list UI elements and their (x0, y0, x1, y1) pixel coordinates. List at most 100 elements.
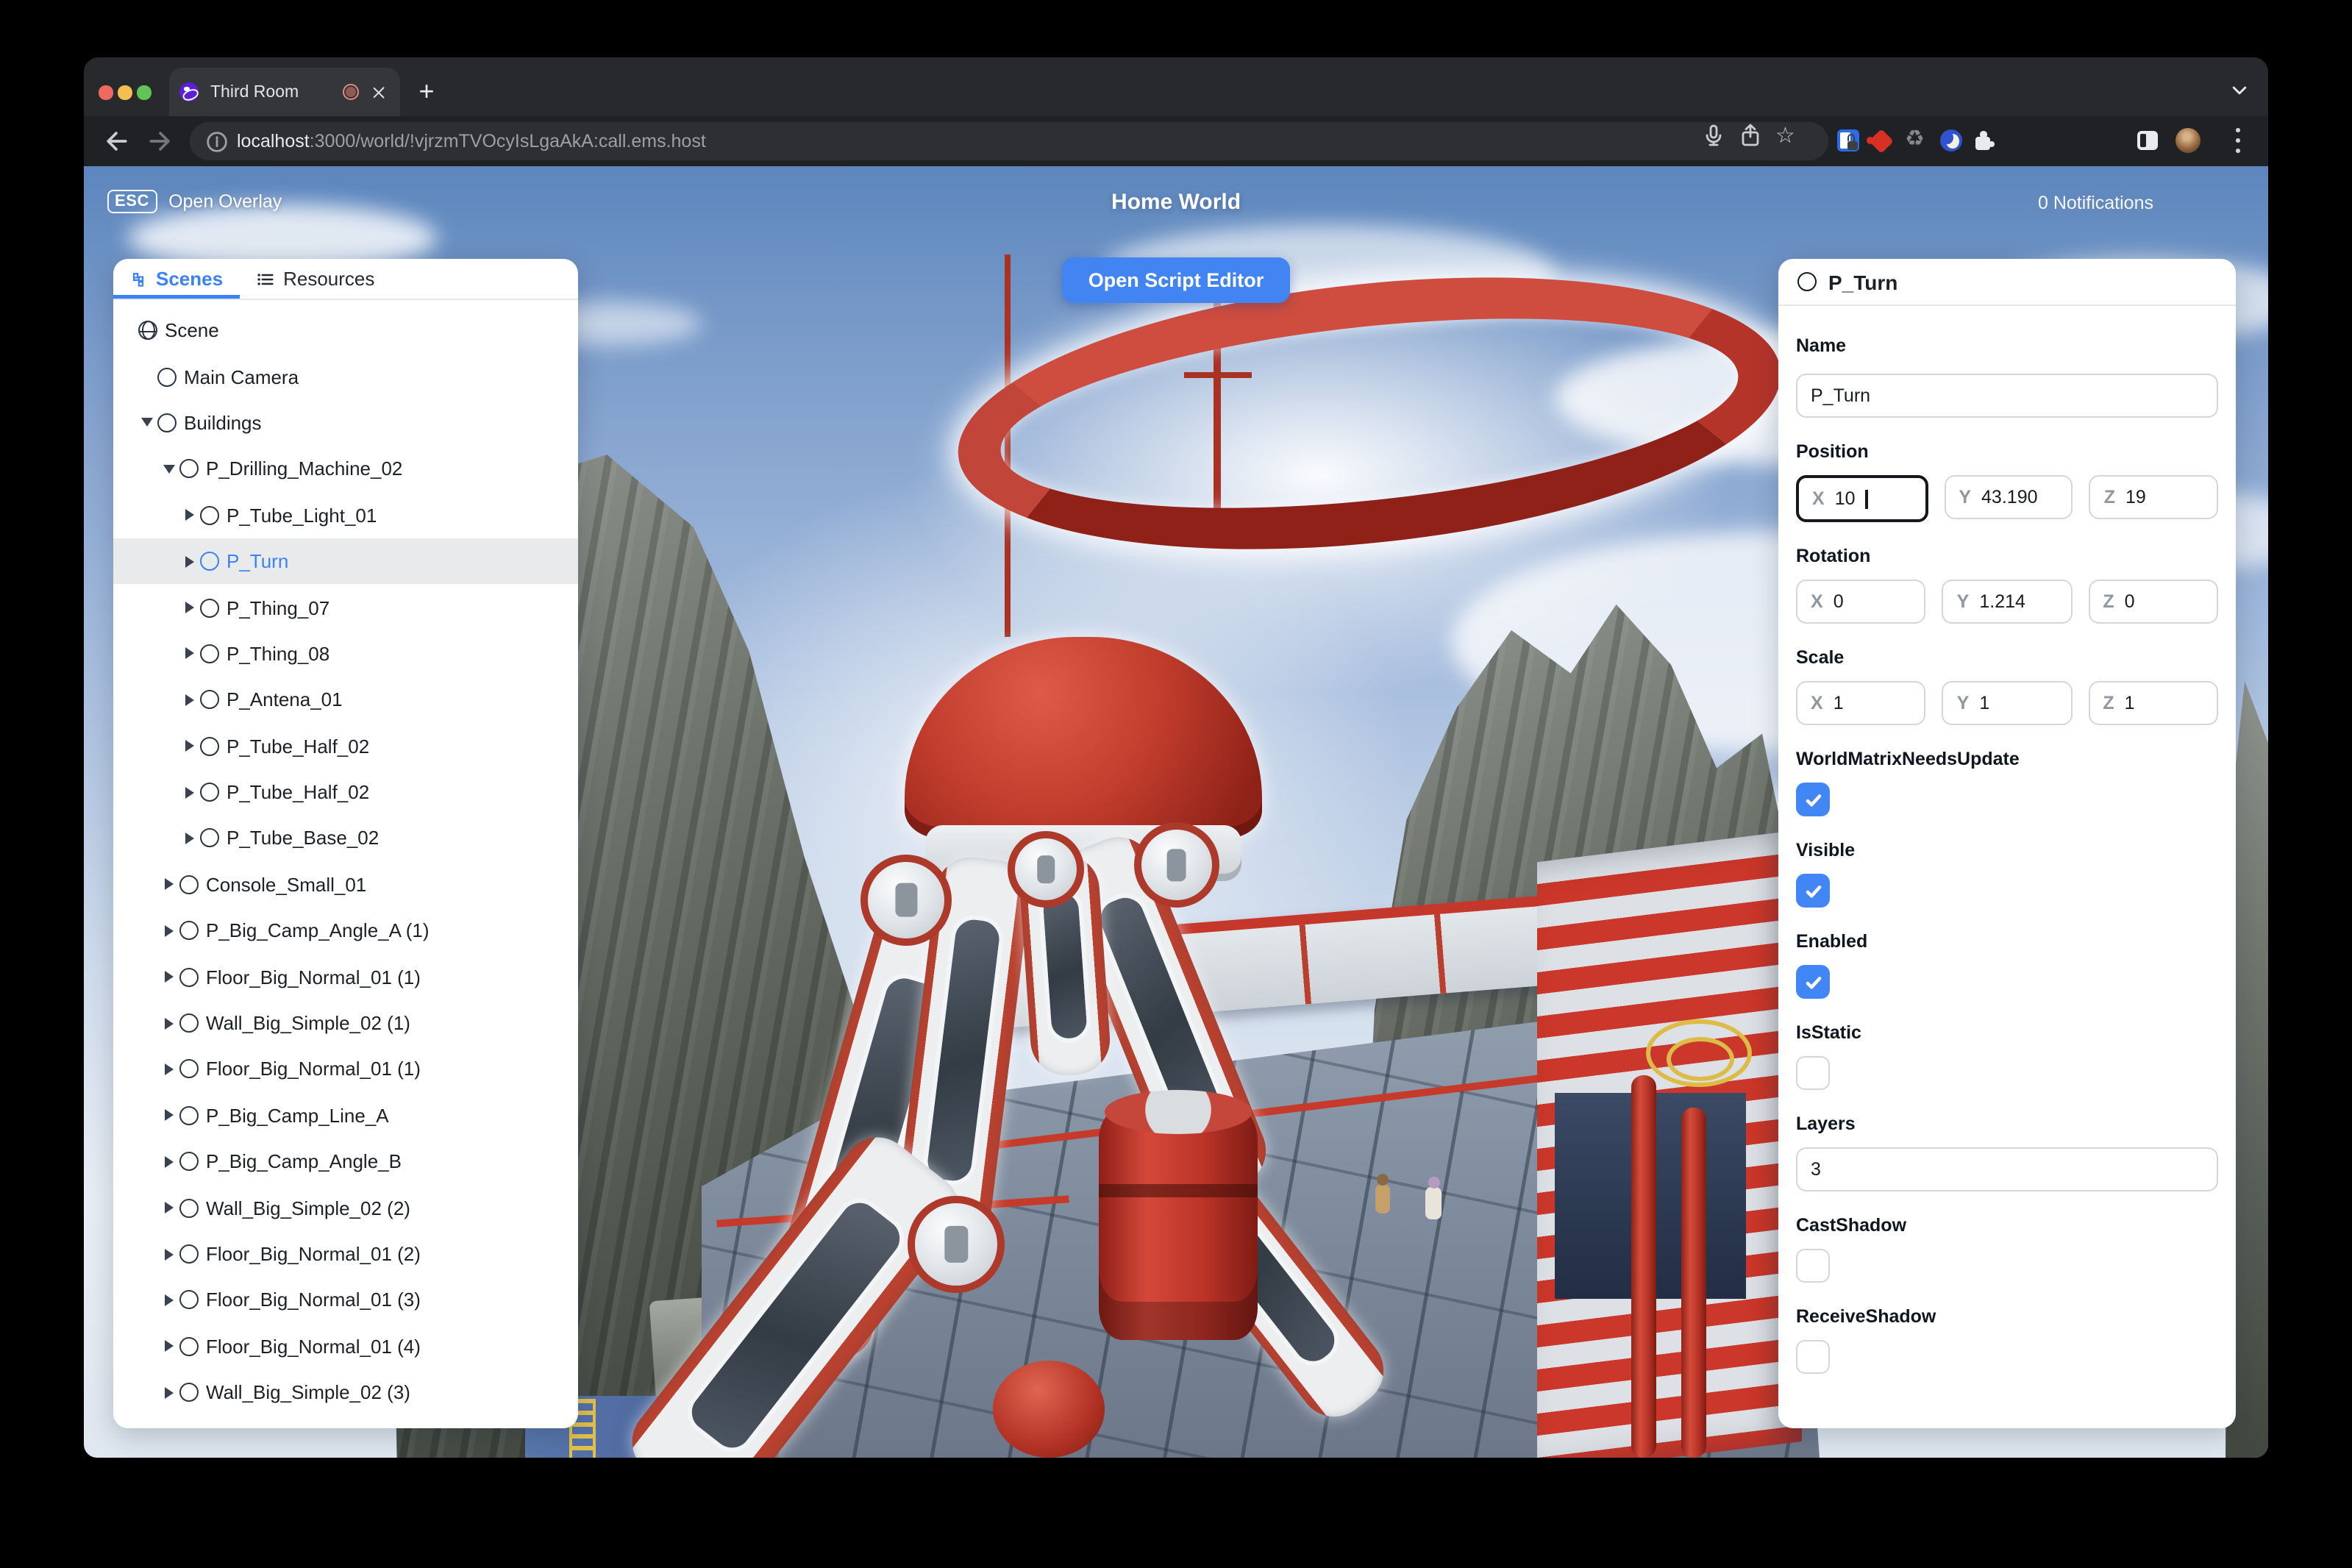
tree-item[interactable]: P_Big_Camp_Angle_B (113, 1138, 578, 1185)
tab-search-chevron-icon[interactable] (2230, 81, 2249, 100)
position-y-input[interactable]: Y 43.190 (1944, 475, 2073, 519)
caret-icon[interactable] (159, 1106, 178, 1125)
window-minimize-button[interactable] (118, 85, 132, 99)
position-label: Position (1796, 441, 1869, 462)
tree-item[interactable]: Floor_Big_Normal_01 (2) (113, 1231, 578, 1277)
menu-kebab-icon[interactable] (2234, 128, 2242, 153)
caret-icon[interactable] (159, 875, 178, 894)
caret-icon[interactable] (137, 367, 156, 386)
tree-item[interactable]: P_Turn (113, 538, 578, 585)
caret-icon[interactable] (179, 598, 199, 617)
world-title: Home World (1111, 190, 1241, 215)
tab-resources[interactable]: Resources (239, 259, 391, 299)
tree-item-label: Scene (165, 319, 219, 342)
checkbox[interactable] (1796, 874, 1830, 908)
tree-item[interactable]: P_Big_Camp_Line_A (113, 1092, 578, 1138)
browser-tab[interactable]: Third Room (169, 68, 400, 116)
tree-item[interactable]: P_Tube_Base_02 (113, 816, 578, 862)
tree-item[interactable]: Floor_Big_Normal_01 (4) (113, 1323, 578, 1369)
layers-input[interactable]: 3 (1796, 1147, 2218, 1191)
position-x-input[interactable]: X 10 (1796, 475, 1928, 522)
caret-icon[interactable] (159, 967, 178, 986)
checkbox[interactable] (1796, 783, 1830, 816)
caret-icon[interactable] (179, 783, 199, 802)
dark-mode-extension-icon[interactable] (1940, 129, 1962, 152)
tab-scenes[interactable]: Scenes (113, 259, 239, 299)
tree-item[interactable]: Scene (113, 307, 578, 354)
caret-icon[interactable] (179, 829, 199, 848)
caret-icon[interactable] (159, 1198, 178, 1217)
tree-item[interactable]: Wall_Big_Simple_02 (1) (113, 1000, 578, 1047)
new-tab-button[interactable]: + (409, 74, 444, 109)
name-input[interactable]: P_Turn (1796, 374, 2218, 418)
open-script-editor-button[interactable]: Open Script Editor (1062, 257, 1290, 303)
password-manager-extension-icon[interactable] (1837, 129, 1859, 152)
tree-item[interactable]: P_Tube_Half_02 (113, 723, 578, 769)
rotation-z-input[interactable]: Z0 (2088, 580, 2218, 624)
tree-item[interactable]: Floor_Big_Normal_01 (1) (113, 1047, 578, 1093)
scale-z-input[interactable]: Z1 (2088, 681, 2218, 725)
rotation-x-input[interactable]: X0 (1796, 580, 1926, 624)
tree-item[interactable]: Wall_Big_Simple_02 (2) (113, 1185, 578, 1231)
caret-icon[interactable] (159, 1383, 178, 1402)
boolean-property: Enabled (1796, 931, 2218, 999)
tree-item[interactable]: P_Thing_08 (113, 630, 578, 677)
red-pipe (1681, 1108, 1706, 1458)
forward-icon[interactable] (146, 126, 175, 156)
checkbox[interactable] (1796, 1056, 1830, 1090)
extensions-puzzle-icon[interactable] (1975, 131, 1995, 150)
mic-icon[interactable] (1702, 124, 1725, 147)
caret-icon[interactable] (159, 1337, 178, 1356)
address-bar[interactable]: localhost:3000/world/!vjrzmTVOcyIsLgaAkA… (190, 122, 1828, 160)
bookmark-star-icon[interactable]: ☆ (1775, 125, 1799, 149)
tree-item[interactable]: Console_Small_01 (113, 861, 578, 908)
caret-icon[interactable] (159, 1060, 178, 1079)
screen: Third Room + localhost:3000/world/!vjrzm… (0, 0, 2352, 1568)
tree-item[interactable]: P_Tube_Light_01 (113, 492, 578, 538)
red-pipe (1631, 1075, 1656, 1458)
scale-x-input[interactable]: X1 (1796, 681, 1926, 725)
side-panel-icon[interactable] (2137, 131, 2158, 150)
scale-y-input[interactable]: Y1 (1942, 681, 2073, 725)
caret-icon[interactable] (137, 413, 156, 432)
tree-item[interactable]: P_Drilling_Machine_02 (113, 446, 578, 492)
caret-icon[interactable] (159, 1152, 178, 1171)
arm-joint (860, 855, 952, 946)
node-circle-icon (178, 874, 200, 896)
caret-icon[interactable] (179, 736, 199, 755)
caret-icon[interactable] (179, 691, 199, 710)
inspector-panel: P_Turn Name P_Turn Position X 10 Y 43.190 … (1778, 259, 2236, 1428)
notifications-label[interactable]: 0 Notifications (2038, 193, 2153, 213)
tree-item[interactable]: Wall_Big_Simple_02 (3) (113, 1369, 578, 1416)
viewport-3d-scene[interactable]: ESC Open Overlay Home World 0 Notificati… (84, 166, 2268, 1458)
back-icon[interactable] (101, 126, 131, 156)
rotation-y-input[interactable]: Y 1.214 (1942, 580, 2073, 624)
profile-avatar[interactable] (2175, 128, 2200, 153)
caret-icon[interactable] (179, 644, 199, 663)
caret-icon[interactable] (159, 1244, 178, 1264)
checkbox[interactable] (1796, 1249, 1830, 1283)
window-close-button[interactable] (99, 85, 113, 99)
caret-icon[interactable] (159, 1291, 178, 1310)
position-z-input[interactable]: Z 19 (2089, 475, 2219, 519)
tree-item[interactable]: Floor_Big_Normal_01 (3) (113, 1277, 578, 1323)
tree-item[interactable]: P_Tube_Half_02 (113, 769, 578, 816)
tab-close-icon[interactable] (371, 83, 388, 101)
checkbox[interactable] (1796, 1340, 1830, 1374)
site-info-icon[interactable] (206, 130, 228, 152)
checkbox[interactable] (1796, 965, 1830, 999)
tree-item[interactable]: Floor_Big_Normal_01 (1) (113, 954, 578, 1000)
caret-icon[interactable] (159, 460, 178, 479)
tree-item[interactable]: P_Thing_07 (113, 585, 578, 631)
tree-item[interactable]: P_Big_Camp_Angle_A (1) (113, 908, 578, 954)
tree-item[interactable]: Main Camera (113, 354, 578, 400)
caret-icon[interactable] (179, 506, 199, 525)
window-zoom-button[interactable] (137, 85, 151, 99)
recycle-extension-icon[interactable]: ♻ (1905, 128, 1925, 150)
caret-icon[interactable] (179, 552, 199, 571)
tree-item[interactable]: P_Antena_01 (113, 677, 578, 723)
share-icon[interactable] (1739, 124, 1762, 147)
caret-icon[interactable] (159, 1013, 178, 1033)
caret-icon[interactable] (159, 922, 178, 941)
tree-item[interactable]: Buildings (113, 400, 578, 446)
